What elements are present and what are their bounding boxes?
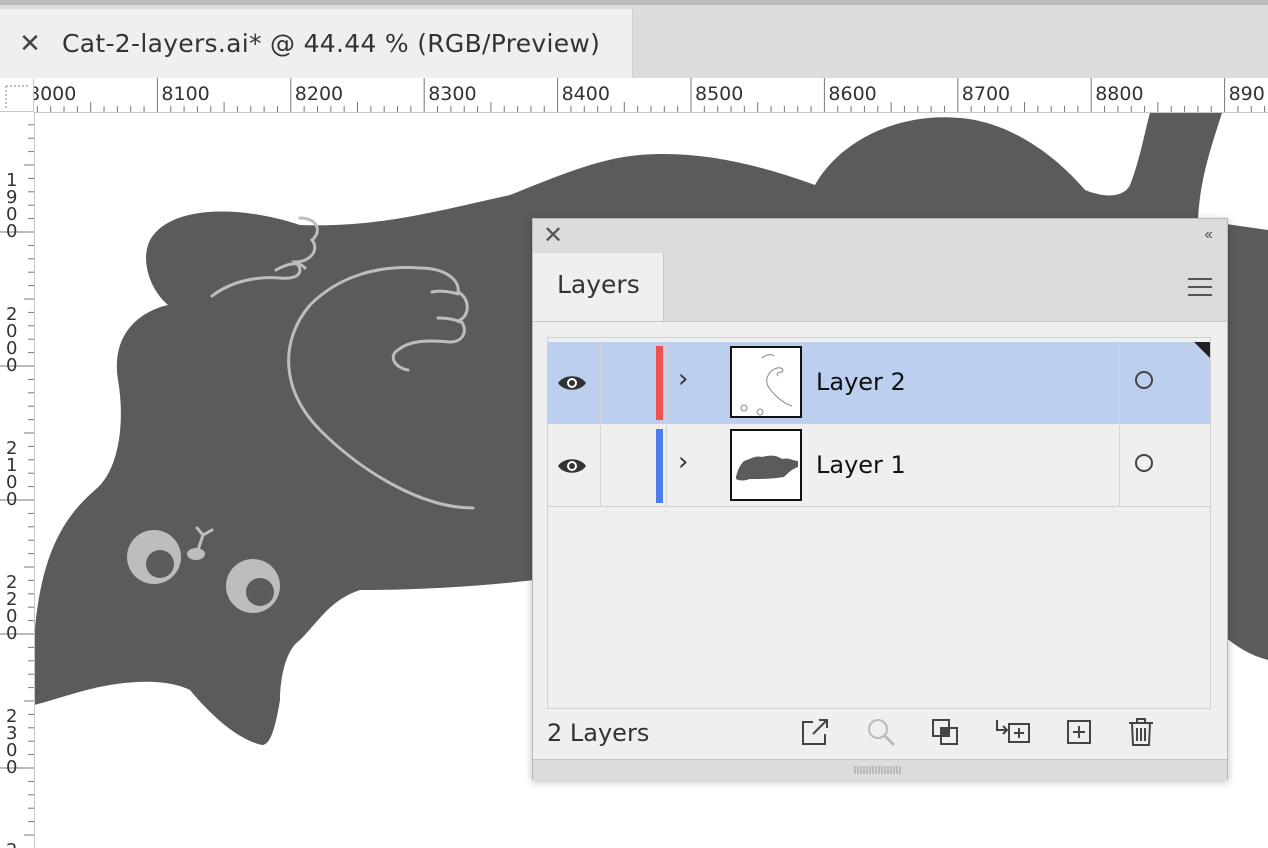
hamburger-menu-icon[interactable] — [1187, 277, 1213, 297]
document-tab[interactable]: ✕ Cat-2-layers.ai* @ 44.44 % (RGB/Previe… — [0, 9, 633, 83]
move-to-new-layer-icon[interactable] — [993, 716, 1033, 748]
ruler-label: 8100 — [161, 83, 209, 105]
new-layer-icon[interactable] — [1063, 716, 1095, 748]
panel-resize-grip[interactable] — [533, 759, 1227, 780]
ruler-label: 8200 — [295, 83, 343, 105]
column-divider — [1119, 342, 1120, 424]
column-divider — [666, 342, 667, 424]
ruler-label: 8400 — [562, 83, 610, 105]
ruler-label: 8700 — [962, 83, 1010, 105]
layers-list[interactable]: › Layer 2 › Layer 1 — [547, 337, 1211, 709]
target-circle-icon[interactable] — [1135, 454, 1153, 472]
layer-count: 2 Layers — [547, 719, 650, 747]
column-divider — [600, 342, 601, 424]
trash-icon[interactable] — [1125, 716, 1157, 748]
horizontal-ruler[interactable]: 8000 8100 8200 8300 8400 8500 8600 8700 8800 890 — [34, 78, 1268, 113]
ruler-label: 890 — [1229, 83, 1265, 105]
ruler-label: 2 — [6, 840, 17, 848]
layer-color-swatch — [656, 346, 663, 420]
column-divider — [1119, 425, 1120, 507]
layers-panel: ✕ ‹‹ Layers › Layer 2 › Layer 1 2 Layers — [532, 218, 1228, 780]
ruler-label: 8600 — [828, 83, 876, 105]
ruler-label: 0 — [6, 355, 17, 376]
ruler-label: 0 — [6, 221, 17, 242]
eye-icon[interactable] — [556, 367, 588, 399]
column-divider — [600, 425, 601, 507]
panel-tab-row: Layers — [533, 253, 1227, 322]
layer-name[interactable]: Layer 2 — [816, 368, 906, 396]
ruler-label: 8800 — [1095, 83, 1143, 105]
ruler-label: 8000 — [34, 83, 76, 105]
ruler-origin[interactable] — [0, 78, 34, 112]
tab-layers[interactable]: Layers — [533, 253, 664, 321]
chevron-right-icon[interactable]: › — [678, 364, 688, 394]
vertical-ruler-ticks: 1900200021002200230024 — [0, 124, 34, 848]
ruler-label: 8300 — [428, 83, 476, 105]
document-tab-bar: ✕ Cat-2-layers.ai* @ 44.44 % (RGB/Previe… — [0, 0, 1268, 83]
close-icon[interactable]: ✕ — [543, 224, 563, 248]
ruler-label: 0 — [6, 489, 17, 510]
panel-title-bar[interactable]: ✕ ‹‹ — [533, 219, 1227, 253]
layer-row[interactable]: › Layer 1 — [548, 425, 1210, 507]
chevron-right-icon[interactable]: › — [678, 447, 688, 477]
ruler-label: 0 — [6, 623, 17, 644]
layer-color-swatch — [656, 429, 663, 503]
vertical-ruler[interactable]: 1900200021002200230024 — [0, 112, 35, 848]
close-icon[interactable]: ✕ — [18, 30, 42, 56]
locate-object-icon[interactable] — [865, 716, 897, 748]
document-title: Cat-2-layers.ai* @ 44.44 % (RGB/Preview) — [62, 29, 601, 58]
tab-layers-label: Layers — [557, 270, 640, 299]
layer-thumbnail — [730, 346, 802, 418]
eye-icon[interactable] — [556, 450, 588, 482]
double-chevron-left-icon[interactable]: ‹‹ — [1204, 226, 1213, 244]
horizontal-ruler-ticks: 8000 8100 8200 8300 8400 8500 8600 8700 8800 890 — [34, 78, 1266, 112]
ruler-label: 0 — [6, 757, 17, 778]
column-divider — [666, 425, 667, 507]
layer-thumbnail — [730, 429, 802, 501]
target-circle-icon[interactable] — [1135, 371, 1153, 389]
ruler-label: 8500 — [695, 83, 743, 105]
clipping-mask-icon[interactable] — [929, 716, 961, 748]
selection-indicator-icon — [1194, 342, 1210, 358]
layer-name[interactable]: Layer 1 — [816, 451, 906, 479]
export-icon[interactable] — [799, 716, 831, 748]
layer-row[interactable]: › Layer 2 — [548, 342, 1210, 424]
